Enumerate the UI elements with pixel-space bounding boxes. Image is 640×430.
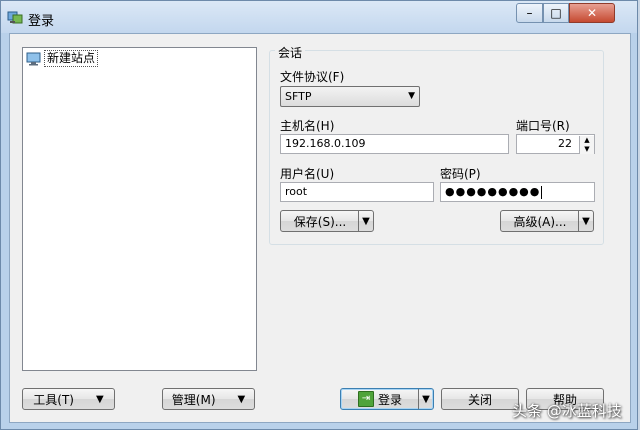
tools-button-label: 工具(T) bbox=[33, 392, 74, 407]
tree-item-new-site[interactable]: 新建站点 bbox=[26, 50, 99, 67]
computer-icon bbox=[26, 52, 41, 65]
close-button-label: 关闭 bbox=[467, 392, 492, 407]
protocol-value: SFTP bbox=[285, 90, 312, 103]
chevron-down-icon: ▼ bbox=[408, 91, 415, 101]
chevron-down-icon[interactable]: ▼ bbox=[578, 211, 593, 231]
protocol-label: 文件协议(F) bbox=[280, 70, 345, 84]
chevron-down-icon[interactable]: ▼ bbox=[418, 389, 433, 409]
password-mask: ●●●●●●●●● bbox=[445, 185, 541, 198]
session-legend: 会话 bbox=[275, 44, 306, 61]
spin-down-icon[interactable]: ▼ bbox=[580, 145, 594, 154]
login-button[interactable]: ⇥ 登录 ▼ bbox=[340, 388, 434, 410]
password-label: 密码(P) bbox=[440, 167, 481, 181]
user-label: 用户名(U) bbox=[280, 167, 335, 181]
advanced-button[interactable]: 高级(A)... ▼ bbox=[500, 210, 594, 232]
winscp-icon bbox=[7, 11, 23, 24]
user-field[interactable]: root bbox=[280, 182, 434, 202]
chevron-down-icon: ▼ bbox=[237, 393, 246, 405]
save-button-label: 保存(S)... bbox=[293, 214, 347, 229]
login-button-label: 登录 bbox=[377, 392, 402, 407]
chevron-down-icon[interactable]: ▼ bbox=[358, 211, 373, 231]
chevron-down-icon: ▼ bbox=[96, 393, 104, 405]
advanced-button-label: 高级(A)... bbox=[513, 214, 567, 229]
title-bar[interactable]: 登录 – □ ✕ bbox=[1, 1, 637, 33]
site-tree[interactable]: 新建站点 bbox=[22, 47, 257, 371]
password-field[interactable]: ●●●●●●●●● bbox=[440, 182, 595, 202]
close-window-button[interactable]: ✕ bbox=[569, 3, 615, 23]
port-spinner[interactable]: ▲ ▼ bbox=[579, 136, 594, 154]
tree-item-label: 新建站点 bbox=[44, 50, 99, 67]
dialog-body: 新建站点 会话 文件协议(F) SFTP ▼ 主机名(H) 192.168.0.… bbox=[9, 33, 631, 423]
save-button[interactable]: 保存(S)... ▼ bbox=[280, 210, 374, 232]
spin-up-icon[interactable]: ▲ bbox=[580, 136, 594, 145]
watermark: 头条 @冰蓝科技 bbox=[512, 402, 622, 420]
login-window: 登录 – □ ✕ 新建站点 会话 文件协议(F) SFTP ▼ 主机名(H) 1… bbox=[0, 0, 638, 430]
window-title: 登录 bbox=[28, 14, 55, 29]
manage-button[interactable]: 管理(M) ▼ bbox=[162, 388, 255, 410]
minimize-button[interactable]: – bbox=[516, 3, 543, 23]
text-caret bbox=[541, 185, 543, 199]
manage-button-label: 管理(M) bbox=[171, 392, 216, 407]
tools-button[interactable]: 工具(T) ▼ bbox=[22, 388, 115, 410]
close-button[interactable]: 关闭 bbox=[441, 388, 519, 410]
maximize-button[interactable]: □ bbox=[543, 3, 569, 23]
protocol-select[interactable]: SFTP ▼ bbox=[280, 86, 420, 107]
port-label: 端口号(R) bbox=[516, 119, 570, 133]
login-icon: ⇥ bbox=[357, 391, 374, 407]
host-label: 主机名(H) bbox=[280, 119, 335, 133]
host-field[interactable]: 192.168.0.109 bbox=[280, 134, 509, 154]
